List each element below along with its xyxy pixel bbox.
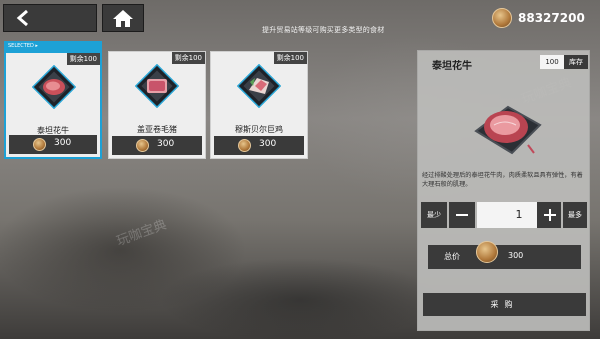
detail-title: 泰坦花牛 [432,61,472,72]
stock-display: 100 库存 [540,55,588,69]
coin-icon [136,139,149,152]
remaining-badge: 剩余100 [171,52,205,64]
item-description: 经过排酸处理后的泰坦花牛肉，肉质柔软且具有弹性，有着大理石般的肌理。 [422,172,583,188]
stock-value: 100 [540,55,564,69]
coin-icon [238,139,251,152]
remaining-badge: 剩余100 [66,53,100,65]
currency-display: 88327200 [490,8,598,28]
decrease-button[interactable] [449,202,475,228]
max-quantity-button[interactable]: 最多 [563,202,587,228]
purchase-button[interactable]: 采购 [423,293,586,316]
home-icon [113,10,133,27]
beef-steak-icon [32,65,76,109]
pork-meat-icon [135,64,179,108]
total-value: 300 [508,251,524,260]
back-button[interactable] [3,4,97,32]
detail-panel: 泰坦花牛 100 库存 经过排酸处理后的泰坦花牛肉，肉质柔软且具有弹性，有着大理… [417,50,590,331]
price-bar: 300 [9,135,97,154]
beef-steak-icon [474,105,542,155]
item-name: 穆斯贝尔巨鸡 [235,125,283,134]
total-label: 总价 [444,252,460,261]
item-price: 300 [259,139,277,149]
quantity-selector: 最少 1 最多 [421,202,587,228]
back-arrow-icon [16,9,28,27]
item-name: 盖亚卷毛猪 [137,125,177,134]
item-card-gaia-pork[interactable]: 剩余100 盖亚卷毛猪 300 [108,51,206,159]
stock-label: 库存 [569,58,583,66]
price-bar: 300 [214,136,304,155]
min-quantity-button[interactable]: 最少 [421,202,447,228]
coin-icon [492,8,512,28]
item-price: 300 [157,139,175,149]
item-card-muspell-chicken[interactable]: 剩余100 穆斯贝尔巨鸡 300 [210,51,308,159]
hint-text: 提升贸易站等级可购买更多类型的食材 [262,26,385,34]
price-bar: 300 [112,136,202,155]
item-price: 300 [54,138,72,148]
coin-icon [476,241,498,263]
home-button[interactable] [102,4,144,32]
coin-icon [33,138,46,151]
total-price-bar: 总价 300 [428,241,581,269]
selected-label: SELECTED ▸ [4,41,102,52]
chicken-meat-icon [237,64,281,108]
remaining-badge: 剩余100 [273,52,307,64]
increase-button[interactable] [537,202,561,228]
currency-amount: 88327200 [518,11,585,25]
item-card-titan-beef[interactable]: SELECTED ▸ 剩余100 泰坦花牛 300 [4,41,102,159]
